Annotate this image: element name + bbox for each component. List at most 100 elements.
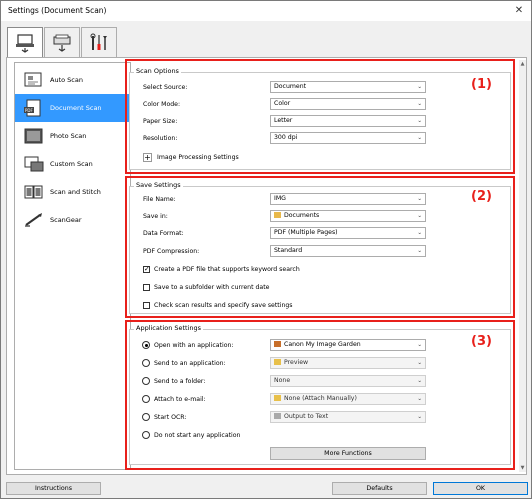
subfolder-checkbox[interactable] [143, 284, 150, 291]
keyword-search-checkbox[interactable] [143, 265, 150, 273]
open-with-application-value: Canon My Image Garden [284, 341, 361, 348]
sidebar-item-scan-and-stitch[interactable]: Scan and Stitch [15, 178, 130, 206]
tab-scan-from-operation-panel[interactable] [44, 27, 80, 57]
email-icon [274, 395, 281, 401]
sidebar-item-scangear[interactable]: ScanGear [15, 206, 130, 234]
attach-to-email-dropdown[interactable]: None (Attach Manually) ⌄ [270, 393, 426, 405]
sidebar-item-document-scan[interactable]: PDF Document Scan [15, 94, 130, 122]
save-in-label: Save in: [143, 213, 168, 220]
ocr-icon [274, 413, 281, 419]
application-settings-title: Application Settings [134, 324, 204, 332]
attach-to-email-value: None (Attach Manually) [284, 395, 357, 402]
sidebar-item-custom-scan[interactable]: Custom Scan [15, 150, 130, 178]
select-source-dropdown[interactable]: Document ⌄ [270, 81, 426, 93]
scangear-icon [25, 213, 42, 227]
data-format-dropdown[interactable]: PDF (Multiple Pages) ⌄ [270, 227, 426, 239]
scroll-down-icon[interactable]: ▼ [519, 465, 526, 471]
title-bar: Settings (Document Scan) ✕ [1, 1, 531, 21]
more-functions-button[interactable]: More Functions [270, 447, 426, 460]
tab-general-settings[interactable] [81, 27, 117, 57]
scan-mode-sidebar: Auto Scan PDF Document Scan Photo Scan C… [14, 62, 131, 470]
subfolder-label: Save to a subfolder with current date [154, 284, 270, 291]
tab-scan-from-computer[interactable] [7, 27, 43, 58]
send-to-application-label: Send to an application: [154, 360, 226, 367]
pdf-compression-label: PDF Compression: [143, 248, 200, 255]
document-scan-icon: PDF [24, 99, 41, 117]
sidebar-item-photo-scan[interactable]: Photo Scan [15, 122, 130, 150]
send-to-application-value: Preview [284, 359, 309, 366]
start-ocr-value: Output to Text [284, 413, 329, 420]
photo-scan-icon [24, 128, 43, 144]
color-mode-dropdown[interactable]: Color ⌄ [270, 98, 426, 110]
general-settings-icon [90, 33, 107, 50]
sidebar-item-label: ScanGear [50, 216, 82, 224]
expand-image-processing-button[interactable]: + [143, 153, 152, 162]
file-name-input[interactable]: IMG ⌄ [270, 193, 426, 205]
pdf-compression-value: Standard [274, 247, 303, 254]
chevron-down-icon: ⌄ [417, 414, 422, 420]
scan-from-operation-panel-icon [53, 34, 71, 52]
chevron-down-icon: ⌄ [417, 230, 422, 236]
open-with-application-label: Open with an application: [154, 342, 234, 349]
color-mode-value: Color [274, 100, 291, 107]
resolution-label: Resolution: [143, 135, 178, 142]
sidebar-item-auto-scan[interactable]: Auto Scan [15, 66, 130, 94]
data-format-label: Data Format: [143, 230, 184, 237]
scan-from-computer-icon [16, 34, 34, 53]
send-to-folder-value: None [274, 377, 291, 384]
check-results-checkbox[interactable] [143, 302, 150, 309]
settings-window: Settings (Document Scan) ✕ Auto Scan PDF… [0, 0, 532, 499]
chevron-down-icon: ⌄ [417, 248, 422, 254]
close-icon[interactable]: ✕ [513, 5, 525, 17]
svg-text:PDF: PDF [25, 108, 33, 113]
open-with-application-dropdown[interactable]: Canon My Image Garden ⌄ [270, 339, 426, 351]
paper-size-label: Paper Size: [143, 118, 178, 125]
defaults-button[interactable]: Defaults [332, 482, 427, 495]
annotation-label-3: (3) [471, 334, 492, 349]
image-processing-label: Image Processing Settings [157, 154, 239, 161]
ok-button[interactable]: OK [433, 482, 528, 495]
scan-and-stitch-icon [24, 185, 43, 199]
chevron-down-icon: ⌄ [417, 135, 422, 141]
save-settings-title: Save Settings [134, 181, 183, 189]
file-name-label: File Name: [143, 196, 176, 203]
send-to-application-radio[interactable] [142, 359, 150, 367]
paper-size-value: Letter [274, 117, 293, 124]
resolution-dropdown[interactable]: 300 dpi ⌄ [270, 132, 426, 144]
check-results-label: Check scan results and specify save sett… [154, 302, 293, 309]
chevron-down-icon: ⌄ [417, 378, 422, 384]
file-name-value: IMG [274, 195, 286, 202]
color-mode-label: Color Mode: [143, 101, 181, 108]
select-source-value: Document [274, 83, 307, 90]
chevron-down-icon: ⌄ [417, 118, 422, 124]
do-not-start-application-label: Do not start any application [154, 432, 241, 439]
sidebar-item-label: Document Scan [50, 104, 102, 112]
send-to-application-dropdown[interactable]: Preview ⌄ [270, 357, 426, 369]
preview-icon [274, 359, 281, 365]
instructions-button[interactable]: Instructions [6, 482, 101, 495]
chevron-down-icon: ⌄ [417, 342, 422, 348]
data-format-value: PDF (Multiple Pages) [274, 229, 338, 236]
paper-size-dropdown[interactable]: Letter ⌄ [270, 115, 426, 127]
scan-options-title: Scan Options [134, 67, 181, 75]
resolution-value: 300 dpi [274, 134, 298, 141]
scroll-up-icon[interactable]: ▲ [519, 61, 526, 67]
open-with-application-radio[interactable] [142, 341, 150, 349]
do-not-start-application-radio[interactable] [142, 431, 150, 439]
save-in-dropdown[interactable]: Documents ⌄ [270, 210, 426, 222]
send-to-folder-dropdown[interactable]: None ⌄ [270, 375, 426, 387]
sidebar-item-label: Auto Scan [50, 76, 83, 84]
start-ocr-dropdown[interactable]: Output to Text ⌄ [270, 411, 426, 423]
vertical-scrollbar[interactable]: ▲ ▼ [519, 60, 526, 472]
window-title: Settings (Document Scan) [8, 6, 107, 15]
chevron-down-icon: ⌄ [417, 84, 422, 90]
start-ocr-radio[interactable] [142, 413, 150, 421]
select-source-label: Select Source: [143, 84, 188, 91]
attach-to-email-radio[interactable] [142, 395, 150, 403]
my-image-garden-icon [274, 341, 281, 347]
pdf-compression-dropdown[interactable]: Standard ⌄ [270, 245, 426, 257]
sidebar-item-label: Custom Scan [50, 160, 93, 168]
send-to-folder-radio[interactable] [142, 377, 150, 385]
save-in-value: Documents [284, 212, 320, 219]
sidebar-item-label: Scan and Stitch [50, 188, 101, 196]
